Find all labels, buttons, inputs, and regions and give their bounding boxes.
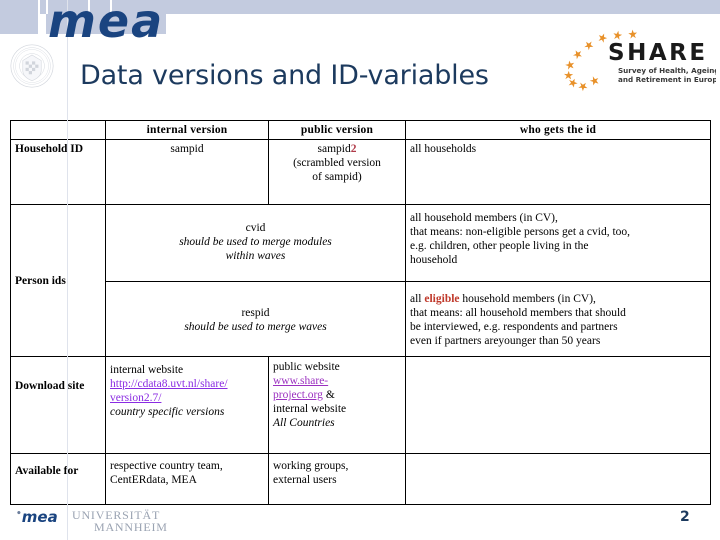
respid-who-prefix: all — [410, 293, 425, 306]
sampid2-base: sampid — [317, 143, 351, 156]
row-label-person-ids: Person ids — [10, 204, 106, 358]
data-versions-table: internal version public version who gets… — [10, 119, 711, 506]
cell-available-public: working groups, external users — [268, 453, 406, 506]
row-label-available-for: Available for — [10, 453, 106, 506]
download-public-note-label: internal website — [273, 403, 347, 416]
sampid2-note-1: (scrambled version — [293, 157, 381, 170]
table-row-available-for: Available for respective country team, C… — [10, 453, 711, 506]
respid-who-2: that means: all household members that s… — [410, 307, 626, 320]
available-public-1: working groups, — [273, 460, 349, 473]
cvid-note-2: within waves — [225, 250, 286, 263]
cell-download-internal: internal website http://cdata8.uvt.nl/sh… — [105, 356, 269, 455]
download-public-url-line-1[interactable]: www.share- — [273, 375, 328, 387]
available-public-2: external users — [273, 474, 337, 487]
sampid2-note-2: of sampid) — [312, 171, 362, 184]
cell-household-internal-version: sampid — [105, 139, 269, 206]
header-public-version: public version — [268, 119, 406, 141]
slide-guide-line — [67, 0, 68, 540]
cell-respid-id: respid should be used to merge waves — [105, 281, 406, 358]
download-public-ampersand: & — [322, 389, 335, 402]
table-row-household-id: Household ID sampid sampid2 (scrambled v… — [10, 139, 711, 206]
row-label-household-id: Household ID — [10, 139, 106, 206]
cvid-who-3: e.g. children, other people living in th… — [410, 240, 589, 253]
respid-name: respid — [241, 307, 270, 320]
svg-text:and Retirement in Europe: and Retirement in Europe — [618, 75, 716, 84]
row-label-download-site: Download site — [10, 356, 106, 455]
sampid2-suffix: 2 — [350, 143, 357, 156]
download-public-url-line-2[interactable]: project.org — [273, 389, 323, 401]
footer-divider — [0, 505, 720, 506]
cell-household-who-gets-id: all households — [405, 139, 711, 206]
respid-who-3: be interviewed, e.g. respondents and par… — [410, 321, 618, 334]
table-row-person-ids-respid: respid should be used to merge waves all… — [11, 281, 711, 358]
download-public-note-italic: All Countries — [273, 417, 335, 430]
page-number: 2 — [680, 509, 690, 525]
available-internal-1: respective country team, — [110, 460, 223, 473]
share-logo: SHARE Survey of Health, Ageing and Retir… — [548, 28, 720, 94]
data-versions-table-wrapper: internal version public version who gets… — [10, 119, 711, 506]
table-header-row: internal version public version who gets… — [10, 119, 711, 141]
header-blank — [10, 119, 106, 141]
table-row-download-site: Download site internal website http://cd… — [10, 356, 711, 455]
mea-logo: mea — [48, 0, 165, 48]
cvid-note-1: should be used to merge modules — [179, 236, 332, 249]
cvid-who-2: that means: non-eligible persons get a c… — [410, 226, 631, 239]
footer-mea-logo: •mea — [16, 510, 58, 525]
cell-available-who-gets-id — [405, 453, 711, 506]
header-internal-version: internal version — [105, 119, 269, 141]
cell-cvid-id: cvid should be used to merge modules wit… — [105, 204, 406, 283]
download-public-label: public website — [273, 361, 340, 374]
cell-download-who-gets-id — [405, 356, 711, 455]
respid-note-1: should be used to merge waves — [184, 321, 327, 334]
footer-university-line-2: MANNHEIM — [94, 520, 168, 535]
cell-cvid-who-gets-id: all household members (in CV), that mean… — [405, 204, 711, 283]
university-crest-icon — [9, 43, 55, 89]
header-who-gets-the-id: who gets the id — [405, 119, 711, 141]
page-title: Data versions and ID-variables — [80, 60, 489, 91]
respid-who-suffix: household members (in CV), — [459, 293, 596, 306]
download-internal-label: internal website — [110, 364, 184, 377]
band-block-left — [0, 14, 38, 34]
respid-who-highlight: eligible — [424, 293, 460, 306]
footer-mea-label: mea — [21, 508, 58, 526]
cvid-name: cvid — [245, 222, 266, 235]
cvid-who-1: all household members (in CV), — [410, 212, 558, 225]
download-internal-url-line-1[interactable]: http://cdata8.uvt.nl/share/ — [110, 378, 228, 390]
svg-text:SHARE: SHARE — [608, 40, 708, 66]
band-gap-1 — [38, 0, 40, 14]
cvid-who-4: household — [410, 254, 458, 267]
cell-download-public: public website www.share- project.org & … — [268, 356, 406, 455]
available-internal-2: CentERdata, MEA — [110, 474, 197, 487]
cell-household-public-version: sampid2 (scrambled version of sampid) — [268, 139, 406, 206]
cell-respid-who-gets-id: all eligible household members (in CV), … — [405, 281, 711, 358]
table-row-person-ids-cvid: Person ids cvid should be used to merge … — [10, 204, 711, 358]
respid-who-4: even if partners areyounger than 50 year… — [410, 335, 601, 348]
download-internal-url-line-2[interactable]: version2.7/ — [110, 392, 161, 404]
svg-text:Survey of Health, Ageing: Survey of Health, Ageing — [618, 66, 716, 75]
cell-available-internal: respective country team, CentERdata, MEA — [105, 453, 269, 506]
download-internal-note: country specific versions — [110, 406, 225, 419]
footer-university-logo: UNIVERSITÄT MANNHEIM — [72, 509, 168, 535]
